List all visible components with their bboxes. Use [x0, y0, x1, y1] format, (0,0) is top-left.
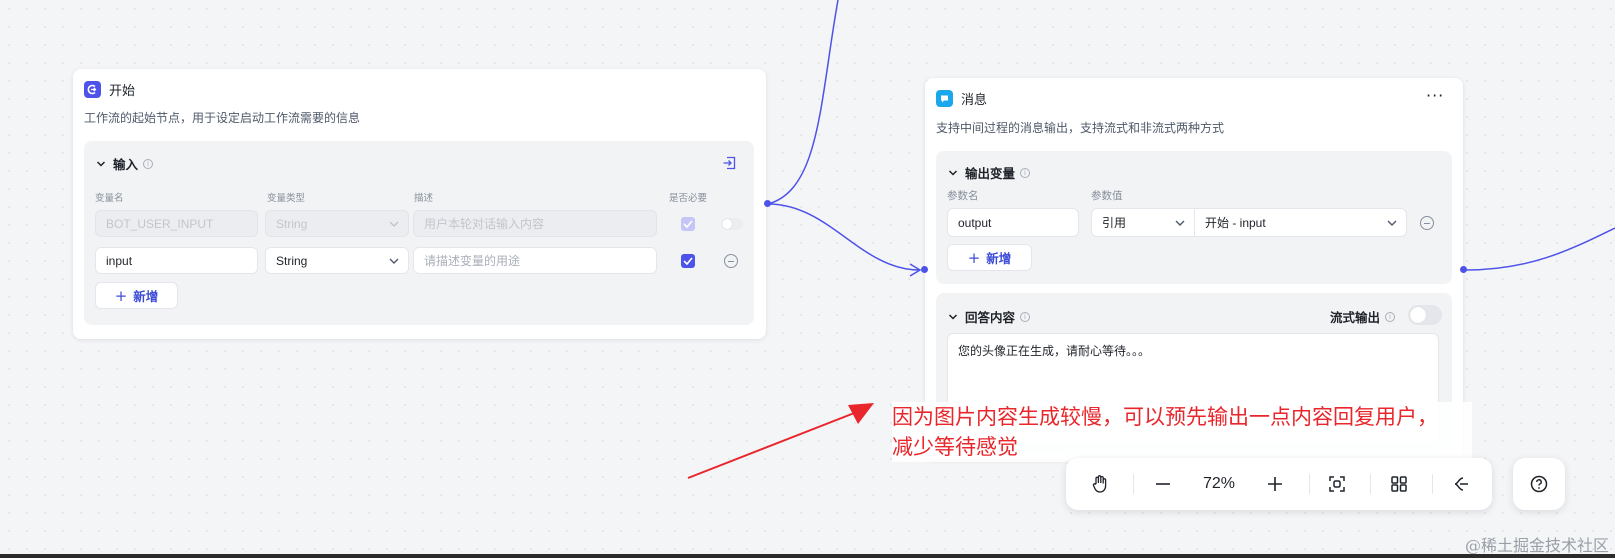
column-variable-name: 变量名	[95, 193, 124, 204]
start-node-title: 开始	[109, 84, 136, 99]
info-icon[interactable]: i	[1385, 311, 1396, 322]
variable-name-input: BOT_USER_INPUT	[95, 210, 258, 237]
column-description: 描述	[414, 193, 434, 204]
toolbar-divider	[1370, 474, 1371, 494]
answer-section-title: 回答内容	[965, 310, 1016, 325]
annotation-text: 因为图片内容生成较慢，可以预先输出一点内容回复用户， 减少等待感觉	[892, 402, 1472, 462]
param-value-select[interactable]: 开始 - input	[1194, 208, 1407, 237]
output-section-header[interactable]: 输出变量 i	[948, 163, 1031, 182]
zoom-out-icon[interactable]	[1143, 458, 1183, 510]
chevron-down-icon[interactable]	[948, 168, 958, 178]
plus-icon: +	[114, 286, 128, 305]
start-node-header: 开始	[84, 80, 135, 99]
toolbar-divider	[1432, 474, 1433, 494]
chevron-down-icon	[389, 258, 399, 264]
chevron-down-icon	[1387, 220, 1397, 226]
message-node-header: 消息	[936, 89, 987, 108]
zoom-in-icon[interactable]	[1255, 458, 1295, 510]
info-icon[interactable]: i	[143, 158, 154, 169]
layout-icon[interactable]	[1379, 458, 1419, 510]
stream-output-toggle[interactable]	[1408, 305, 1442, 325]
watermark: @稀土掘金技术社区	[1464, 536, 1609, 555]
param-type-value: 引用	[1102, 216, 1127, 230]
message-input-port[interactable]	[921, 266, 928, 273]
annotation-line-1: 因为图片内容生成较慢，可以预先输出一点内容回复用户，	[892, 405, 1438, 429]
message-icon	[936, 90, 953, 107]
variable-type-value: String	[276, 216, 308, 231]
param-name-input[interactable]: output	[947, 208, 1079, 237]
column-required: 是否必要	[669, 193, 708, 204]
input-section: 输入 i 变量名 变量类型 描述 是否必要 BOT_USER_INPUT Str…	[84, 141, 754, 325]
info-icon[interactable]: i	[1020, 167, 1031, 178]
add-output-button[interactable]: + 新增	[947, 244, 1032, 271]
variable-type-select: String	[265, 210, 409, 237]
info-icon[interactable]: i	[1020, 311, 1031, 322]
start-node[interactable]: 开始 工作流的起始节点，用于设定启动工作流需要的信息 输入 i 变量名 变量类型…	[73, 69, 766, 339]
hand-icon[interactable]	[1080, 458, 1120, 510]
fit-view-icon[interactable]	[1317, 458, 1357, 510]
toolbar-divider	[1309, 474, 1310, 494]
answer-section-header[interactable]: 回答内容 i	[948, 307, 1031, 326]
collapse-icon[interactable]	[1441, 458, 1481, 510]
output-section: 输出变量 i 参数名 参数值 output 引用 开始 - input + 新增	[936, 151, 1452, 284]
output-section-title: 输出变量	[965, 166, 1016, 181]
help-icon[interactable]	[1513, 458, 1565, 510]
row-toggle	[721, 218, 743, 230]
start-icon	[84, 81, 101, 98]
import-icon[interactable]	[722, 156, 736, 170]
edge-message-out	[1465, 227, 1615, 271]
variable-type-value: String	[276, 253, 308, 268]
required-checkbox	[681, 217, 695, 231]
variable-name-input[interactable]: input	[95, 247, 258, 274]
param-value-text: 开始 - input	[1205, 216, 1266, 230]
description-input[interactable]: 请描述变量的用途	[413, 247, 657, 274]
edge-start-up	[767, 0, 839, 205]
chevron-down-icon[interactable]	[948, 312, 958, 322]
stream-output-control: 流式输出 i	[1330, 307, 1396, 326]
param-type-select[interactable]: 引用	[1091, 208, 1195, 237]
column-param-name: 参数名	[947, 190, 979, 202]
stream-output-label: 流式输出	[1330, 310, 1381, 325]
column-param-value: 参数值	[1091, 190, 1123, 202]
input-section-header[interactable]: 输入 i	[96, 154, 154, 173]
variable-type-select[interactable]: String	[265, 247, 409, 274]
annotation-arrow-line	[687, 409, 863, 479]
canvas-toolbar: 72%	[1066, 458, 1492, 510]
chevron-down-icon[interactable]	[96, 159, 106, 169]
window-bottom-edge	[0, 554, 1615, 558]
add-input-button[interactable]: + 新增	[95, 282, 178, 309]
description-input: 用户本轮对话输入内容	[413, 210, 657, 237]
column-variable-type: 变量类型	[267, 193, 306, 204]
chevron-down-icon	[1175, 220, 1185, 226]
message-output-port[interactable]	[1460, 266, 1467, 273]
start-node-description: 工作流的起始节点，用于设定启动工作流需要的信息	[84, 111, 361, 125]
toolbar-divider	[1133, 474, 1134, 494]
chevron-down-icon	[389, 221, 399, 227]
edge-arrowhead	[909, 263, 922, 277]
start-output-port[interactable]	[764, 200, 771, 207]
message-node-description: 支持中间过程的消息输出，支持流式和非流式两种方式	[936, 121, 1225, 135]
more-options-icon[interactable]: ···	[1426, 86, 1444, 105]
annotation-arrow-head	[848, 403, 874, 424]
input-section-title: 输入	[113, 157, 139, 172]
remove-row-icon[interactable]	[1420, 216, 1434, 230]
required-checkbox[interactable]	[681, 254, 695, 268]
edge-start-to-message	[767, 203, 921, 271]
remove-row-icon[interactable]	[724, 254, 738, 268]
zoom-level[interactable]: 72%	[1186, 458, 1252, 510]
add-output-label: 新增	[986, 251, 1012, 266]
message-node-title: 消息	[961, 93, 988, 108]
plus-icon: +	[967, 248, 981, 267]
add-input-label: 新增	[133, 289, 159, 304]
